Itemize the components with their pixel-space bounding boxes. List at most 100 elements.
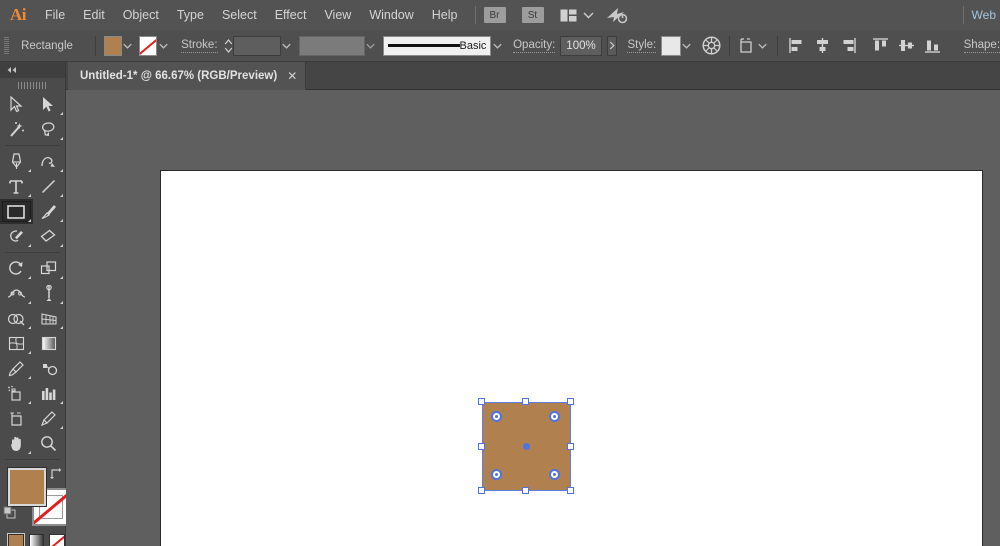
opacity-label[interactable]: Opacity: — [513, 39, 555, 53]
app-logo: Ai — [0, 0, 36, 30]
artboard-tool[interactable] — [0, 406, 33, 431]
handle-bottom-left[interactable] — [478, 487, 485, 494]
menu-item-edit[interactable]: Edit — [74, 0, 114, 30]
paintbrush-tool[interactable] — [33, 199, 66, 224]
curvature-tool[interactable] — [33, 149, 66, 174]
handle-top-center[interactable] — [522, 398, 529, 405]
align-top-icon[interactable] — [870, 35, 892, 57]
menu-item-effect[interactable]: Effect — [266, 0, 316, 30]
line-segment-tool[interactable] — [33, 174, 66, 199]
transform-chevron-down-icon[interactable] — [757, 36, 769, 56]
rotate-tool[interactable] — [0, 256, 33, 281]
tool-row — [0, 92, 65, 117]
column-graph-tool[interactable] — [33, 381, 66, 406]
fill-chevron-down-icon[interactable] — [122, 36, 134, 56]
corner-radius-widget-bottom-left[interactable] — [491, 469, 502, 480]
direct-selection-tool[interactable] — [33, 92, 66, 117]
mesh-tool[interactable] — [0, 331, 33, 356]
magic-wand-tool[interactable] — [0, 117, 33, 142]
color-mode-gradient[interactable] — [29, 534, 45, 546]
document-tab[interactable]: Untitled-1* @ 66.67% (RGB/Preview) ✕ — [68, 62, 306, 90]
opacity-options-button[interactable] — [607, 36, 618, 56]
blend-tool[interactable] — [33, 356, 66, 381]
free-transform-tool[interactable] — [33, 281, 66, 306]
color-mode-color[interactable] — [8, 534, 24, 546]
default-fill-stroke-icon[interactable] — [3, 506, 17, 525]
swap-fill-stroke-icon[interactable] — [49, 466, 63, 484]
fill-color-box[interactable] — [8, 468, 46, 506]
stock-button[interactable]: St — [522, 7, 544, 23]
slice-tool[interactable] — [33, 406, 66, 431]
handle-middle-right[interactable] — [567, 443, 574, 450]
align-horizontal-center-icon[interactable] — [812, 35, 834, 57]
menu-item-object[interactable]: Object — [114, 0, 168, 30]
eyedropper-tool[interactable] — [0, 356, 33, 381]
hand-tool[interactable] — [0, 431, 33, 456]
shape-builder-tool[interactable] — [0, 306, 33, 331]
transform-icon[interactable] — [738, 35, 757, 57]
stroke-weight-stepper[interactable] — [224, 36, 233, 56]
stroke-weight-input[interactable] — [233, 36, 281, 56]
tools-panel-grip[interactable] — [0, 78, 65, 92]
handle-bottom-center[interactable] — [522, 487, 529, 494]
perspective-grid-tool[interactable] — [33, 306, 66, 331]
gradient-tool[interactable] — [33, 331, 66, 356]
style-label[interactable]: Style: — [627, 39, 656, 53]
pen-tool[interactable] — [0, 149, 33, 174]
corner-radius-widget-top-left[interactable] — [491, 411, 502, 422]
close-icon[interactable]: ✕ — [287, 70, 297, 82]
handle-middle-left[interactable] — [478, 443, 485, 450]
selection-tool[interactable] — [0, 92, 33, 117]
handle-top-left[interactable] — [478, 398, 485, 405]
align-bottom-icon[interactable] — [922, 35, 944, 57]
opacity-input[interactable]: 100% — [560, 36, 601, 56]
menu-item-view[interactable]: View — [315, 0, 360, 30]
collapse-panel-icon[interactable] — [0, 62, 65, 78]
symbol-sprayer-tool[interactable] — [0, 381, 33, 406]
canvas-area[interactable] — [66, 90, 1000, 546]
menu-item-help[interactable]: Help — [423, 0, 467, 30]
tool-row — [0, 406, 65, 431]
sync-settings-icon[interactable] — [606, 6, 628, 24]
menu-item-select[interactable]: Select — [213, 0, 266, 30]
width-profile-chevron-down-icon[interactable] — [365, 36, 377, 56]
shaper-tool[interactable] — [0, 224, 33, 249]
workspace-switcher[interactable]: Web — [972, 8, 1000, 22]
eraser-tool[interactable] — [33, 224, 66, 249]
menu-item-window[interactable]: Window — [360, 0, 422, 30]
graphic-style-swatch[interactable] — [661, 36, 681, 56]
width-tool[interactable] — [0, 281, 33, 306]
arrange-documents-icon[interactable] — [560, 9, 577, 22]
stroke-weight-chevron-down-icon[interactable] — [281, 36, 293, 56]
menubar-divider — [475, 6, 476, 24]
shape-label[interactable]: Shape: — [964, 39, 1000, 53]
zoom-tool[interactable] — [33, 431, 66, 456]
align-right-icon[interactable] — [838, 35, 860, 57]
stroke-color-swatch[interactable] — [139, 36, 157, 56]
align-left-icon[interactable] — [786, 35, 808, 57]
align-vertical-center-icon[interactable] — [896, 35, 918, 57]
bridge-button[interactable]: Br — [484, 7, 506, 23]
menu-item-type[interactable]: Type — [168, 0, 213, 30]
recolor-artwork-icon[interactable] — [702, 35, 721, 57]
style-chevron-down-icon[interactable] — [681, 36, 693, 56]
brush-chevron-down-icon[interactable] — [491, 36, 503, 56]
handle-top-right[interactable] — [567, 398, 574, 405]
menu-item-file[interactable]: File — [36, 0, 74, 30]
type-tool[interactable] — [0, 174, 33, 199]
stroke-weight-label[interactable]: Stroke: — [181, 39, 217, 53]
handle-bottom-right[interactable] — [567, 487, 574, 494]
width-profile-input[interactable] — [299, 36, 365, 56]
corner-radius-widget-bottom-right[interactable] — [549, 469, 560, 480]
brush-definition-select[interactable]: Basic — [383, 36, 492, 56]
corner-radius-widget-top-right[interactable] — [549, 411, 560, 422]
rectangle-tool[interactable] — [0, 199, 33, 224]
lasso-tool[interactable] — [33, 117, 66, 142]
fill-color-swatch[interactable] — [104, 36, 122, 56]
color-mode-none[interactable] — [49, 534, 65, 546]
scale-tool[interactable] — [33, 256, 66, 281]
control-bar-grip[interactable] — [4, 37, 9, 55]
chevron-down-icon[interactable] — [583, 11, 594, 19]
tool-row — [0, 174, 65, 199]
stroke-chevron-down-icon[interactable] — [157, 36, 169, 56]
